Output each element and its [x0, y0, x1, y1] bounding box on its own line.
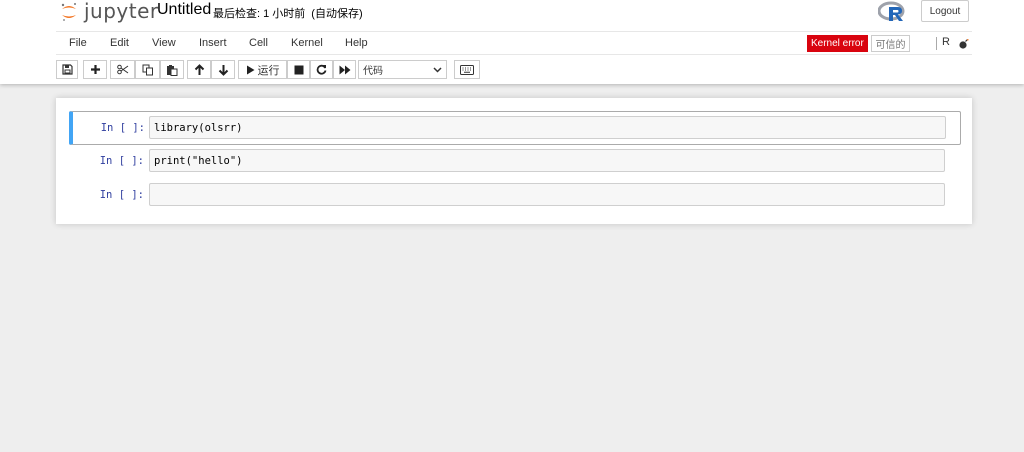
code-cell-3[interactable]: In [ ]: — [69, 178, 961, 212]
input-prompt: In [ ]: — [99, 189, 144, 201]
notebook-title[interactable]: Untitled — [157, 1, 211, 19]
restart-icon — [316, 64, 327, 75]
kernel-dead-icon — [959, 39, 969, 49]
save-icon — [61, 64, 73, 75]
kernel-divider — [936, 37, 937, 50]
input-prompt: In [ ]: — [99, 155, 144, 167]
arrow-down-icon — [218, 64, 228, 76]
save-button[interactable] — [56, 60, 78, 79]
menu-help[interactable]: Help — [345, 37, 368, 49]
jupyter-logo[interactable]: jupyter — [58, 0, 159, 24]
input-prompt: In [ ]: — [100, 122, 145, 134]
menu-kernel[interactable]: Kernel — [291, 37, 323, 49]
move-up-button[interactable] — [187, 60, 211, 79]
plus-icon — [90, 65, 100, 74]
copy-icon — [142, 64, 153, 75]
checkpoint-status: 最后检查: 1 小时前 (自动保存) — [213, 5, 363, 21]
trusted-badge[interactable]: 可信的 — [871, 35, 910, 52]
menu-edit[interactable]: Edit — [110, 37, 129, 49]
code-editor[interactable]: print("hello") — [149, 149, 945, 172]
stop-icon — [294, 65, 303, 74]
kernel-error-badge[interactable]: Kernel error — [807, 35, 868, 52]
menubar: File Edit View Insert Cell Kernel Help K… — [56, 31, 972, 55]
copy-button[interactable] — [135, 60, 160, 79]
code-editor[interactable]: library(olsrr) — [149, 116, 946, 139]
code-cell-2[interactable]: In [ ]: print("hello") — [69, 144, 961, 178]
restart-button[interactable] — [310, 60, 333, 79]
logo-text: jupyter — [84, 0, 159, 23]
kernel-name: R — [942, 36, 950, 48]
run-label: 运行 — [257, 64, 280, 77]
paste-icon — [167, 64, 178, 76]
notebook-container: In [ ]: library(olsrr) In [ ]: print("he… — [56, 98, 972, 224]
menu-file[interactable]: File — [69, 37, 87, 49]
restart-run-all-button[interactable] — [333, 60, 356, 79]
fast-forward-icon — [339, 65, 350, 74]
cut-button[interactable] — [110, 60, 135, 79]
code-cell-1[interactable]: In [ ]: library(olsrr) — [69, 111, 961, 145]
insert-cell-button[interactable] — [83, 60, 107, 79]
menu-view[interactable]: View — [152, 37, 176, 49]
run-button[interactable]: 运行 — [238, 60, 287, 79]
scissors-icon — [116, 64, 128, 75]
header: jupyter Untitled 最后检查: 1 小时前 (自动保存) Logou… — [0, 0, 1024, 84]
menu-cell[interactable]: Cell — [249, 37, 268, 49]
keyboard-icon — [460, 64, 474, 75]
menu-insert[interactable]: Insert — [199, 37, 227, 49]
jupyter-logo-icon — [61, 3, 76, 21]
last-checkpoint: 最后检查: 1 小时前 — [213, 8, 306, 20]
command-palette-button[interactable] — [454, 60, 480, 79]
code-editor[interactable] — [149, 183, 945, 206]
cell-type-value: 代码 — [363, 66, 383, 77]
interrupt-button[interactable] — [287, 60, 310, 79]
autosave-status: (自动保存) — [311, 8, 363, 20]
move-down-button[interactable] — [211, 60, 235, 79]
logout-button[interactable]: Logout — [921, 0, 969, 22]
arrow-up-icon — [194, 63, 204, 75]
cell-type-select[interactable]: 代码 — [358, 60, 447, 79]
paste-button[interactable] — [160, 60, 184, 79]
r-kernel-logo-icon — [878, 1, 905, 21]
play-icon — [246, 65, 254, 74]
chevron-down-icon — [433, 67, 442, 73]
